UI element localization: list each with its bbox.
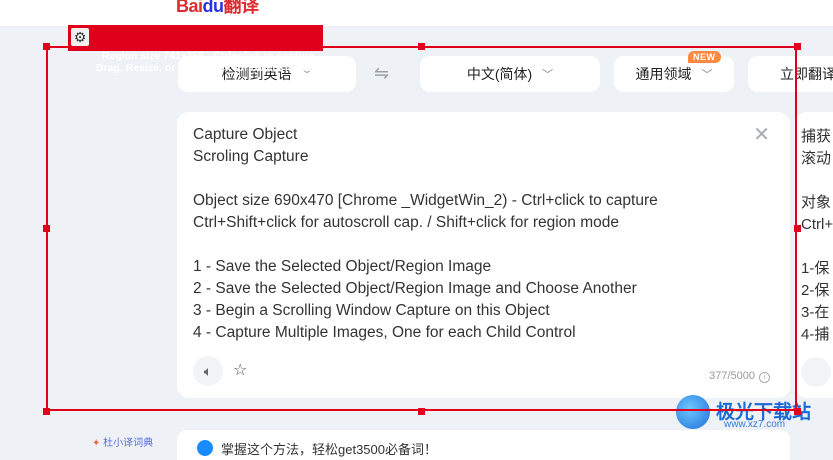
swap-languages-icon[interactable]: ⇋ xyxy=(374,63,389,84)
info-icon[interactable]: i xyxy=(759,372,770,383)
target-language-label: 中文(简体) xyxy=(466,66,533,82)
target-text: 捕获 滚动 对象 Ctrl+ 1-保 2-保 3-在 4-捕 xyxy=(801,128,833,343)
dict-icon: ✦ xyxy=(92,438,101,449)
capture-info-label: ⚙ Region size 741x355 - Ctrl+click to ca… xyxy=(68,25,324,74)
watermark-logo-icon xyxy=(676,395,710,429)
resize-handle-t[interactable] xyxy=(418,43,425,50)
char-counter: 377/5000 i xyxy=(709,370,770,383)
dictionary-label[interactable]: ✦ 杜小译词典 xyxy=(92,434,153,449)
capture-info-text: Region size 741x355 - Ctrl+click to capt… xyxy=(96,50,318,74)
new-badge: NEW xyxy=(688,51,721,63)
target-text-panel: 捕获 滚动 对象 Ctrl+ 1-保 2-保 3-在 4-捕 xyxy=(795,112,833,398)
source-text[interactable]: Capture Object Scroling Capture Object s… xyxy=(193,124,753,344)
resize-handle-r[interactable] xyxy=(794,225,801,232)
resize-handle-l[interactable] xyxy=(43,225,50,232)
speaker-icon[interactable]: 🔈︎ xyxy=(193,356,223,386)
translate-button-label: 立即翻译 xyxy=(780,66,833,82)
chevron-down-icon: ﹀ xyxy=(701,69,713,81)
resize-handle-b[interactable] xyxy=(418,408,425,415)
tip-icon xyxy=(197,440,213,456)
chevron-down-icon: ﹀ xyxy=(542,69,554,81)
tip-text: 掌握这个方法，轻松get3500必备词！ xyxy=(221,442,437,457)
clear-text-icon[interactable]: ✕ xyxy=(753,122,770,147)
resize-handle-bl[interactable] xyxy=(43,408,50,415)
speaker-icon[interactable] xyxy=(801,357,831,387)
watermark-url: www.xz7.com xyxy=(724,419,786,430)
translate-button[interactable]: 立即翻译 xyxy=(748,56,833,92)
baidu-translate-logo[interactable]: Baidu翻译 xyxy=(176,0,259,18)
watermark: 极光下载站 www.xz7.com xyxy=(676,393,826,433)
tip-banner[interactable]: 掌握这个方法，轻松get3500必备词！ xyxy=(177,430,790,460)
resize-handle-br[interactable] xyxy=(794,408,801,415)
domain-label: 通用领域 xyxy=(635,66,692,82)
resize-handle-tr[interactable] xyxy=(794,43,801,50)
capture-settings-icon[interactable]: ⚙ xyxy=(71,28,89,46)
resize-handle-tl[interactable] xyxy=(43,43,50,50)
target-language-select[interactable]: 中文(简体) ﹀ xyxy=(420,56,600,92)
char-count: 377/5000 xyxy=(709,370,755,382)
favorite-star-icon[interactable]: ☆ xyxy=(233,360,247,380)
source-text-panel[interactable]: Capture Object Scroling Capture Object s… xyxy=(177,112,790,398)
top-bar: Baidu翻译 xyxy=(0,0,833,26)
